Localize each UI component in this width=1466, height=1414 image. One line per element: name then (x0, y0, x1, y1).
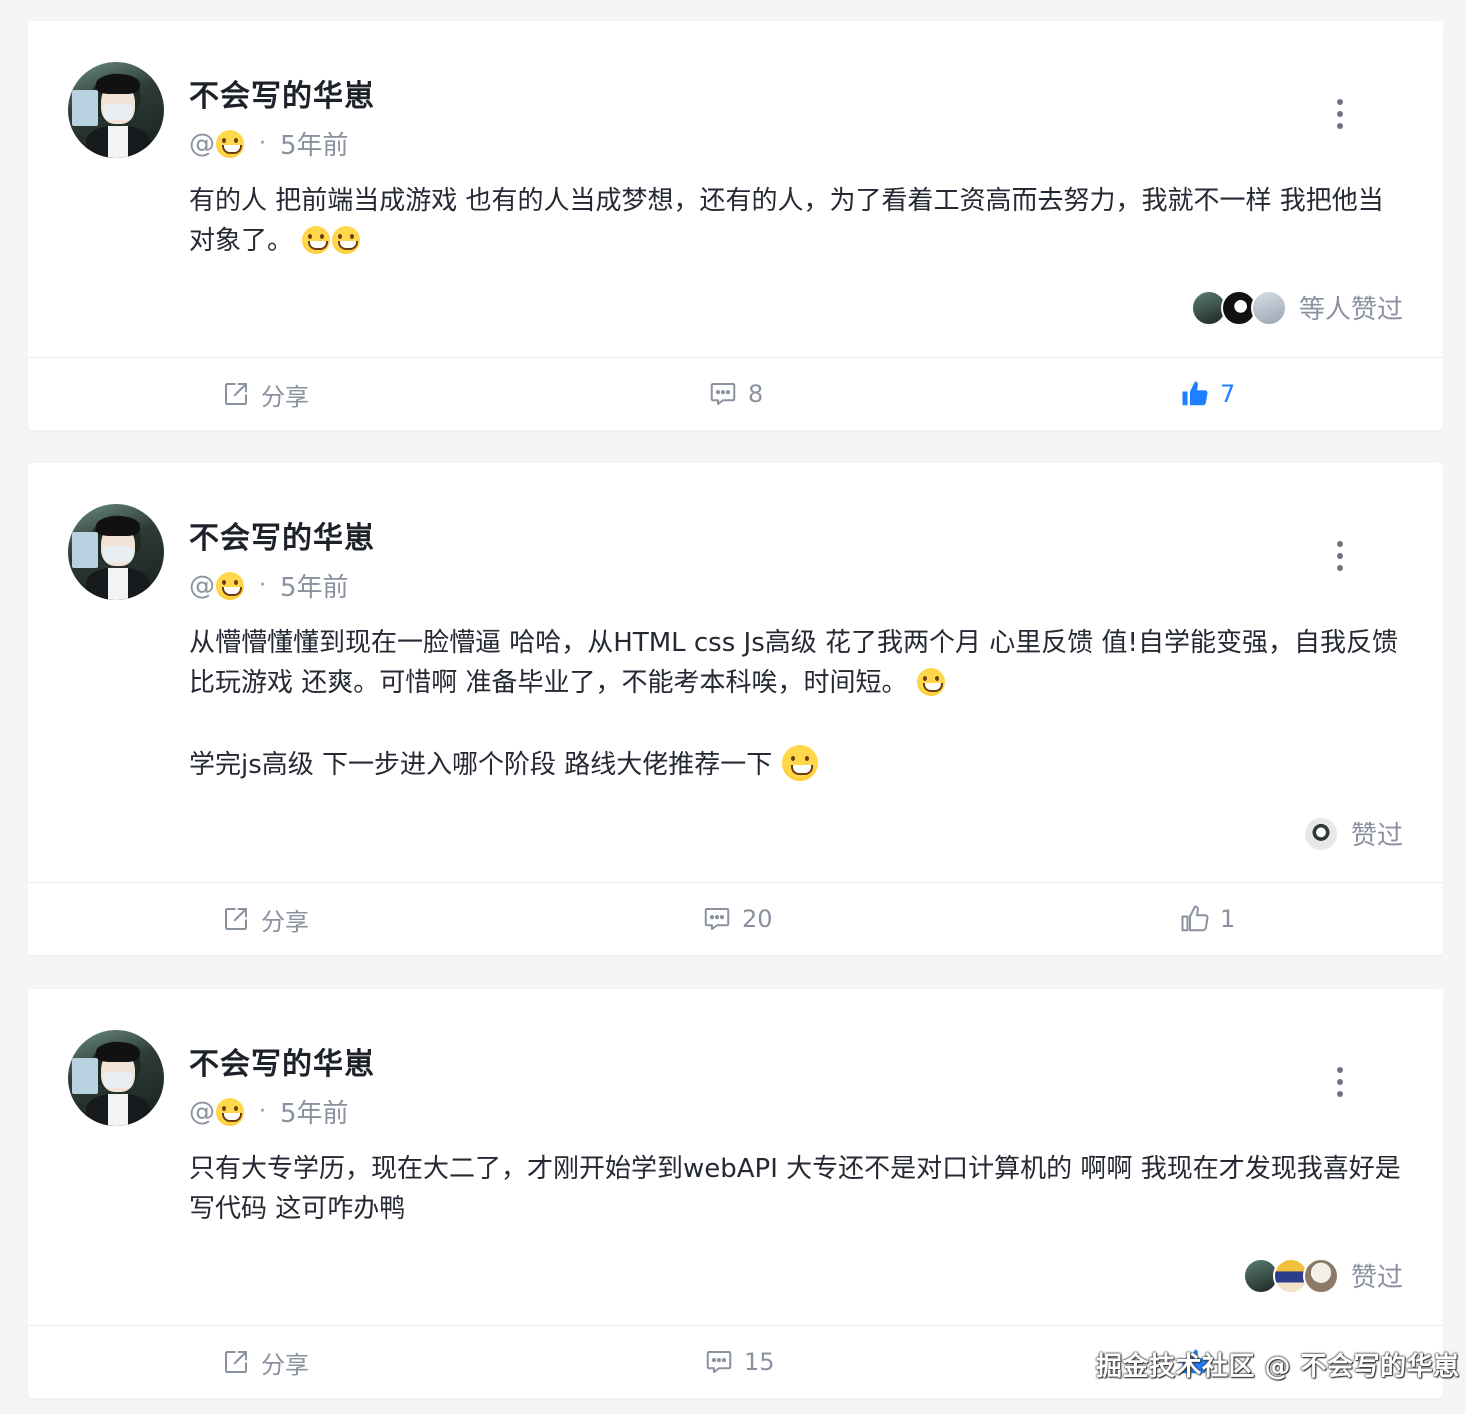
more-vertical-icon[interactable] (1335, 541, 1345, 571)
comment-icon (704, 908, 730, 930)
author-avatar[interactable] (68, 504, 164, 600)
likers[interactable]: 赞过 (1242, 1257, 1403, 1294)
like-button[interactable]: 1 (1180, 883, 1235, 955)
winking-emoji (781, 745, 818, 781)
comment-count: 8 (748, 380, 764, 408)
like-count: 1 (1220, 905, 1236, 933)
author-avatar[interactable] (68, 62, 164, 158)
action-bar: 分享 8 7 (28, 358, 1443, 430)
post-time: 5年前 (280, 1099, 349, 1129)
share-icon (225, 383, 247, 405)
author-name[interactable]: 不会写的华崽 (189, 1039, 375, 1083)
post-card: 不会写的华崽 @ · 5年前 只有大专学历，现在大二了，才刚开始学到webAPI… (28, 989, 1443, 1398)
content-paragraph: 只有大专学历，现在大二了，才刚开始学到webAPI 大专还不是对口计算机的 啊啊… (189, 1154, 1401, 1224)
grinning-emoji (216, 129, 244, 158)
comment-button[interactable]: 20 (702, 883, 773, 955)
post-card: 不会写的华崽 @ · 5年前 有的人 把前端当成游戏 也有的人当成梦想，还有的人… (28, 21, 1443, 430)
comment-icon (706, 1351, 732, 1373)
comment-icon (710, 383, 736, 405)
share-label: 分享 (261, 382, 309, 411)
author-name[interactable]: 不会写的华崽 (189, 71, 375, 115)
grinning-emoji (216, 1097, 244, 1126)
likers[interactable]: 等人赞过 (1190, 289, 1403, 326)
liker-avatar (1250, 289, 1287, 326)
liker-avatar (1302, 815, 1339, 852)
author-handle: @ (189, 1096, 215, 1127)
grinning-emoji (332, 226, 361, 254)
likers-label: 赞过 (1350, 1263, 1403, 1293)
content-paragraph: 有的人 把前端当成游戏 也有的人当成梦想，还有的人，为了看着工资高而去努力，我就… (189, 186, 1384, 256)
share-label: 分享 (261, 907, 309, 936)
comment-count: 20 (742, 905, 773, 933)
share-label: 分享 (261, 1350, 309, 1379)
grinning-emoji (916, 668, 945, 696)
action-bar: 分享 20 1 (28, 883, 1443, 955)
share-icon (225, 1351, 247, 1373)
comment-button[interactable]: 8 (708, 358, 763, 430)
post-meta: @ · 5年前 (189, 567, 349, 604)
share-button[interactable]: 分享 (221, 1326, 309, 1398)
post-content: 从懵懵懂懂到现在一脸懵逼 哈哈，从HTML css Js高级 花了我两个月 心里… (189, 623, 1404, 785)
grinning-emoji (216, 571, 244, 600)
watermark: 掘金技术社区 @ 不会写的华崽 (1096, 1352, 1460, 1382)
post-content: 只有大专学历，现在大二了，才刚开始学到webAPI 大专还不是对口计算机的 啊啊… (189, 1149, 1404, 1229)
content-paragraph: 学完js高级 下一步进入哪个阶段 路线大佬推荐一下 (189, 745, 1404, 785)
like-count: 7 (1220, 380, 1236, 408)
post-meta: @ · 5年前 (189, 125, 349, 162)
post-meta: @ · 5年前 (189, 1093, 349, 1130)
thumbs-up-icon (1182, 381, 1208, 406)
likers-label: 赞过 (1350, 821, 1403, 851)
post-card: 不会写的华崽 @ · 5年前 从懵懵懂懂到现在一脸懵逼 哈哈，从HTML css… (28, 463, 1443, 955)
author-name[interactable]: 不会写的华崽 (189, 513, 375, 557)
thumbs-up-icon (1181, 905, 1209, 932)
liker-avatar (1302, 1257, 1339, 1294)
share-button[interactable]: 分享 (221, 358, 309, 430)
comment-count: 15 (744, 1348, 775, 1376)
post-content: 有的人 把前端当成游戏 也有的人当成梦想，还有的人，为了看着工资高而去努力，我就… (189, 181, 1404, 261)
more-vertical-icon[interactable] (1335, 99, 1345, 129)
content-paragraph: 从懵懵懂懂到现在一脸懵逼 哈哈，从HTML css Js高级 花了我两个月 心里… (189, 628, 1398, 698)
comment-button[interactable]: 15 (704, 1326, 775, 1398)
feed: 不会写的华崽 @ · 5年前 有的人 把前端当成游戏 也有的人当成梦想，还有的人… (0, 0, 1466, 1414)
like-button[interactable]: 7 (1180, 358, 1235, 430)
post-time: 5年前 (280, 131, 349, 161)
grinning-emoji (302, 226, 331, 254)
share-icon (225, 908, 247, 930)
author-avatar[interactable] (68, 1030, 164, 1126)
post-time: 5年前 (280, 573, 349, 603)
more-vertical-icon[interactable] (1335, 1067, 1345, 1097)
author-handle: @ (189, 128, 215, 159)
likers-label: 等人赞过 (1298, 295, 1403, 325)
likers[interactable]: 赞过 (1302, 815, 1403, 852)
author-handle: @ (189, 570, 215, 601)
share-button[interactable]: 分享 (221, 883, 309, 955)
